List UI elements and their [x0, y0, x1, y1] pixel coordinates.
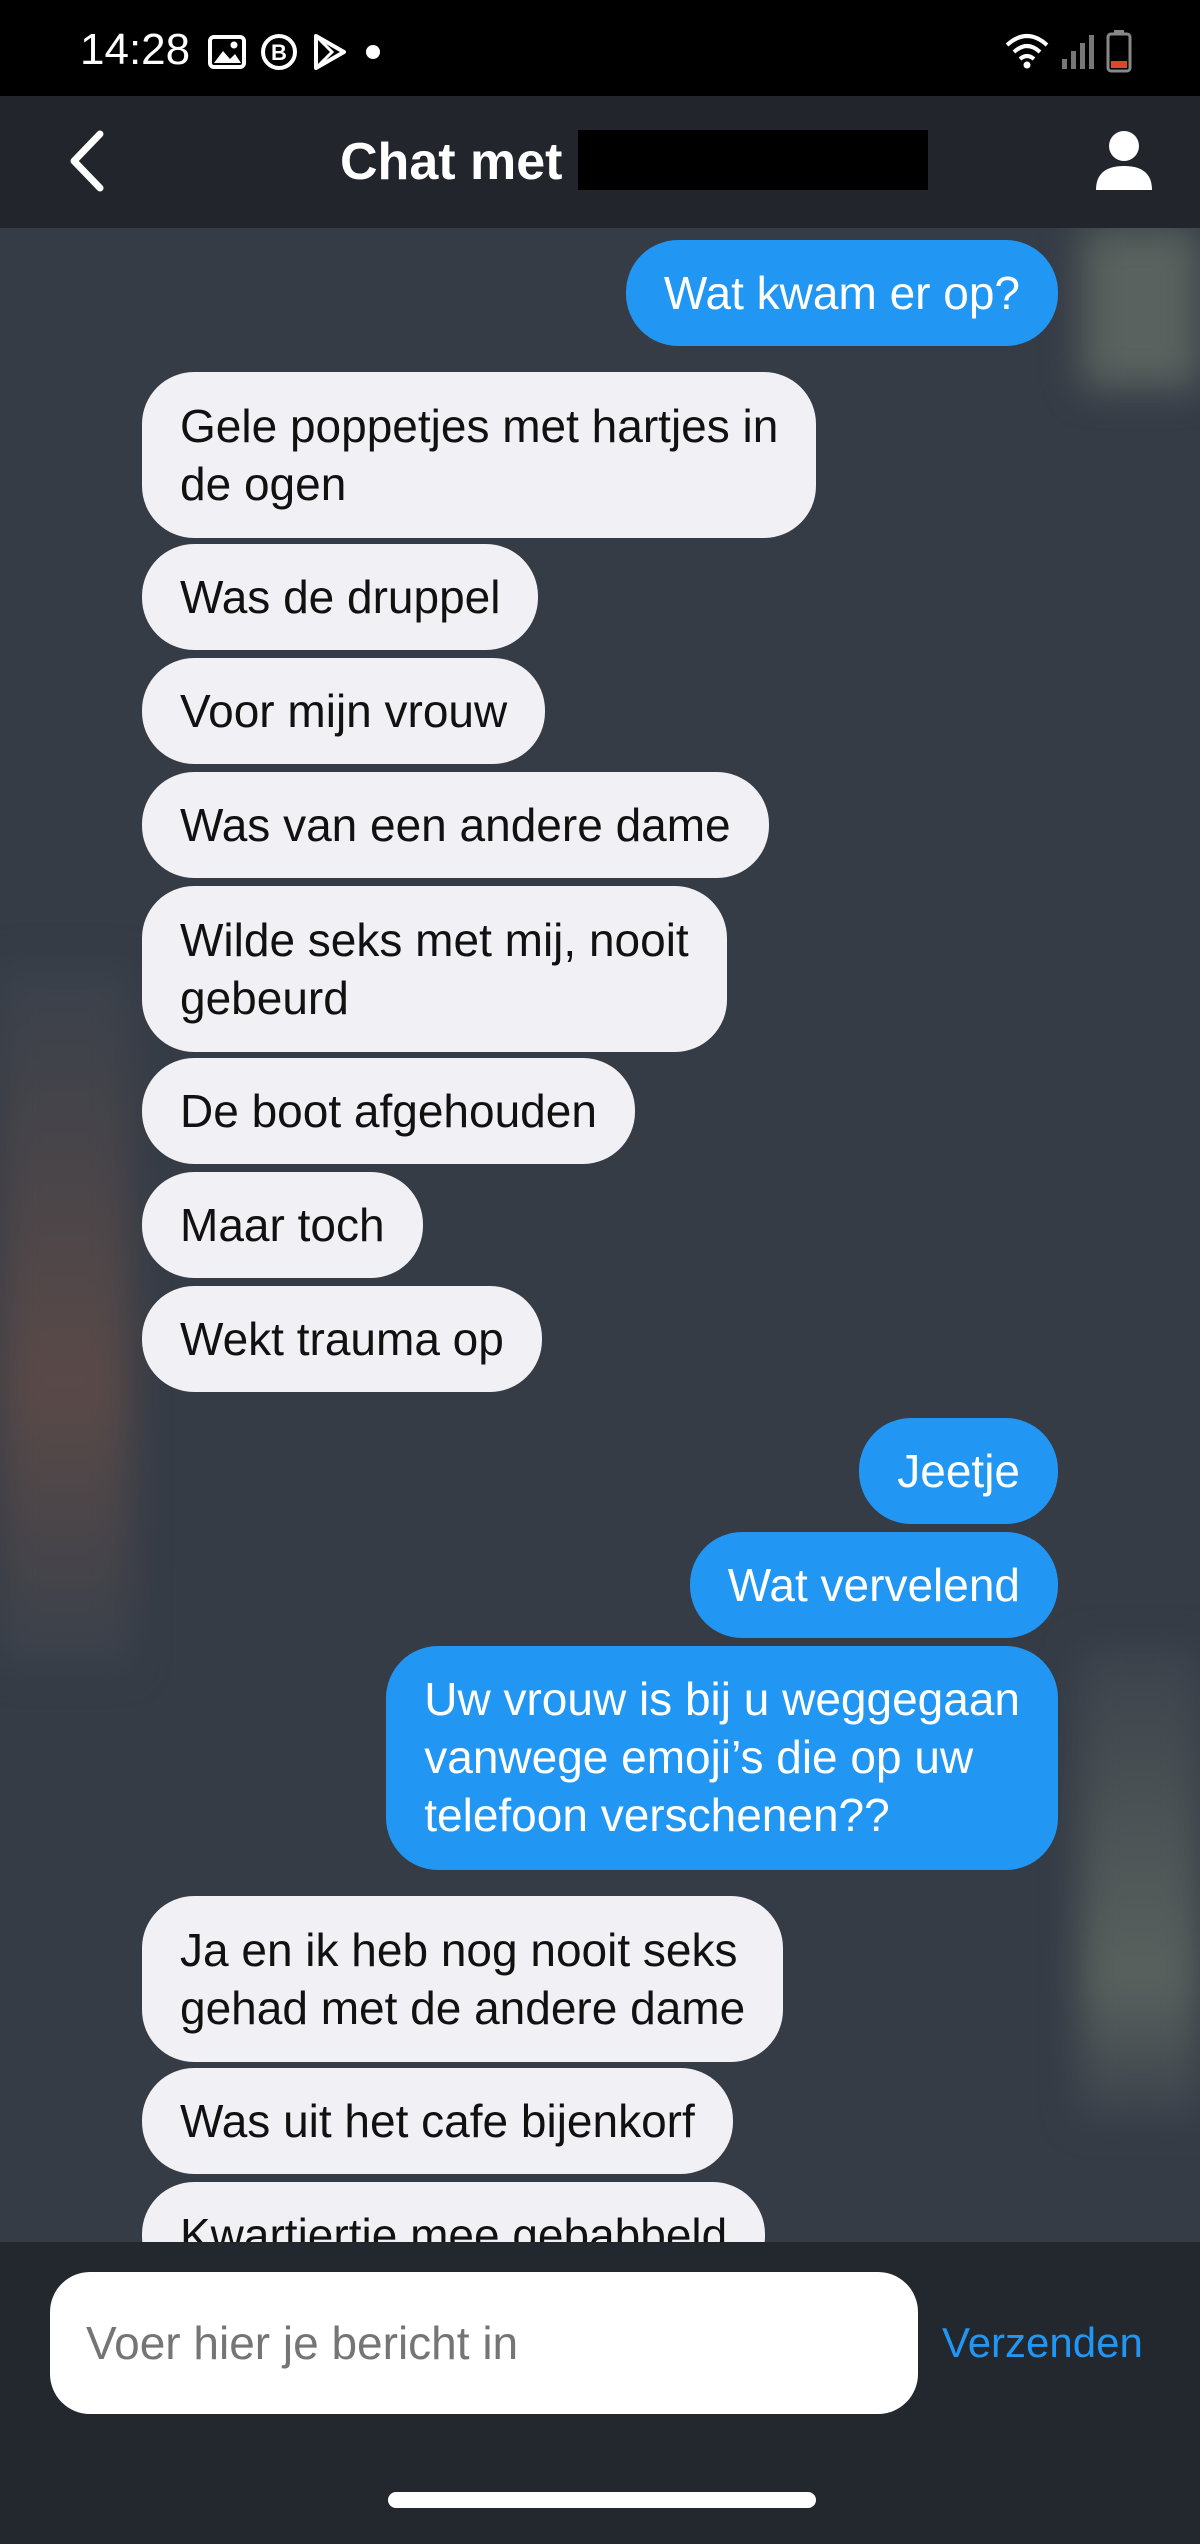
blurred-edge-right: [1080, 1648, 1200, 2118]
message-outgoing[interactable]: Wat vervelend: [689, 1532, 1058, 1638]
status-system-icons: [1004, 26, 1132, 76]
b-icon: B: [261, 34, 297, 70]
message-outgoing[interactable]: Wat kwam er op?: [625, 240, 1058, 346]
status-notification-icons: B: [208, 30, 384, 74]
blurred-edge-left: [0, 966, 130, 1666]
message-incoming[interactable]: Voor mijn vrouw: [142, 658, 546, 764]
message-incoming[interactable]: Maar toch: [142, 1172, 423, 1278]
message-input[interactable]: [50, 2272, 918, 2414]
chat-title: Chat met: [340, 133, 563, 191]
back-button[interactable]: [56, 126, 126, 196]
home-indicator[interactable]: [388, 2492, 816, 2508]
status-time: 14:28: [80, 25, 191, 74]
svg-text:B: B: [271, 40, 287, 65]
chevron-left-icon: [70, 130, 104, 192]
wifi-icon: [1005, 34, 1049, 69]
play-icon: [314, 34, 346, 70]
message-incoming[interactable]: Wekt trauma op: [142, 1286, 542, 1392]
send-button[interactable]: Verzenden: [942, 2308, 1143, 2378]
message-incoming[interactable]: Ja en ik heb nog nooit seks gehad met de…: [142, 1896, 784, 2062]
image-icon: [208, 35, 246, 69]
blurred-edge-right: [1082, 228, 1200, 388]
dot-icon: [366, 45, 380, 59]
message-list[interactable]: Wat kwam er op? Gele poppetjes met hartj…: [0, 228, 1200, 2242]
message-incoming[interactable]: De boot afgehouden: [142, 1058, 635, 1164]
message-composer: Verzenden: [0, 2242, 1200, 2544]
message-incoming[interactable]: Was de druppel: [142, 544, 539, 650]
message-incoming[interactable]: Was van een andere dame: [142, 772, 769, 878]
status-bar: 14:28 B: [0, 0, 1200, 96]
message-outgoing[interactable]: Jeetje: [859, 1418, 1058, 1524]
message-incoming[interactable]: Kwartiertje mee gebabbeld: [142, 2182, 766, 2242]
message-incoming[interactable]: Wilde seks met mij, nooit gebeurd: [142, 886, 727, 1052]
person-icon: [1096, 131, 1152, 190]
redacted-contact-name: [578, 130, 928, 190]
battery-low-icon: [1106, 30, 1132, 73]
profile-button[interactable]: [1088, 126, 1160, 198]
message-incoming[interactable]: Was uit het cafe bijenkorf: [142, 2068, 733, 2174]
signal-icon: [1062, 35, 1094, 69]
message-incoming[interactable]: Gele poppetjes met hartjes in de ogen: [142, 372, 817, 538]
message-outgoing[interactable]: Uw vrouw is bij u weggegaan vanwege emoj…: [386, 1646, 1058, 1870]
